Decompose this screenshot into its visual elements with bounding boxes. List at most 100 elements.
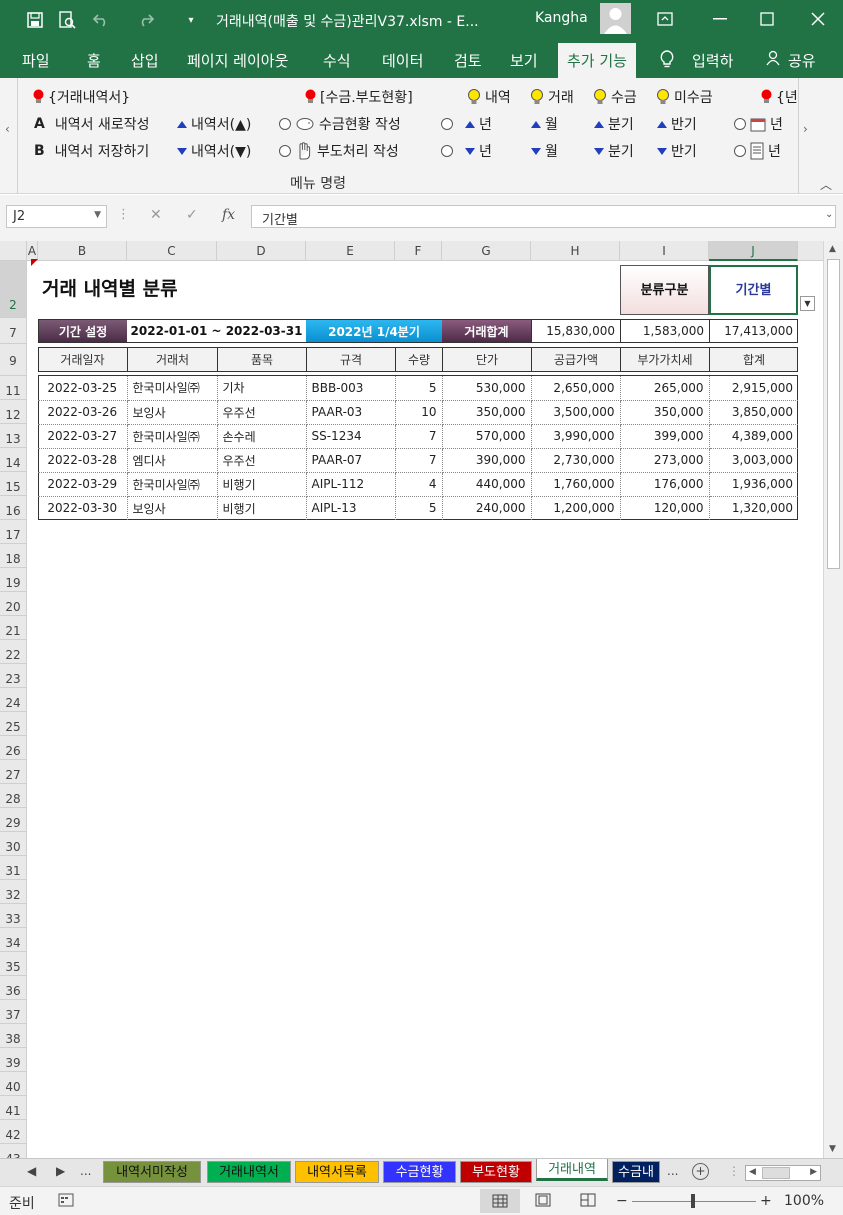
table-cell[interactable]: 보잉사 — [127, 400, 218, 425]
row-header[interactable]: 32 — [0, 880, 27, 904]
row-header[interactable]: 37 — [0, 1000, 27, 1024]
row-header[interactable]: 33 — [0, 904, 27, 928]
redo-icon[interactable] — [135, 9, 157, 31]
add-sheet-icon[interactable]: + — [692, 1163, 709, 1180]
row-header[interactable]: 34 — [0, 928, 27, 952]
sheet-tab[interactable]: 부도현황 — [460, 1161, 532, 1183]
table-cell[interactable]: 2022-03-26 — [38, 400, 128, 425]
receipt-header[interactable]: 수금 — [593, 87, 637, 107]
table-cell[interactable]: BBB-003 — [306, 376, 396, 401]
statement-down-button[interactable]: 내역서(▼) — [177, 141, 251, 161]
table-cell[interactable]: 한국미사일㈜ — [127, 472, 218, 497]
save-icon[interactable] — [24, 9, 46, 31]
table-cell[interactable]: 4 — [395, 472, 443, 497]
trade-header[interactable]: 거래 — [530, 87, 574, 107]
table-cell[interactable]: SS-1234 — [306, 424, 396, 449]
table-cell[interactable]: 1,320,000 — [709, 496, 798, 520]
table-cell[interactable]: 120,000 — [620, 496, 710, 520]
table-cell[interactable]: 한국미사일㈜ — [127, 376, 218, 401]
receipt-status-header[interactable]: [수금.부도현황] — [305, 87, 413, 107]
formula-input[interactable]: 기간별 — [251, 205, 836, 228]
sheet-tab[interactable]: 거래내역 — [536, 1159, 608, 1181]
table-cell[interactable]: 570,000 — [442, 424, 532, 449]
row-header[interactable]: 36 — [0, 976, 27, 1000]
table-cell[interactable]: 2022-03-29 — [38, 472, 128, 497]
receipt-create-button[interactable]: 수금현황 작성 — [279, 114, 401, 134]
table-cell[interactable]: AIPL-13 — [306, 496, 396, 520]
table-cell[interactable]: 2,650,000 — [531, 376, 621, 401]
table-cell[interactable]: 2,915,000 — [709, 376, 798, 401]
half-down-button[interactable]: 반기 — [657, 141, 697, 161]
row-header[interactable]: 17 — [0, 520, 27, 544]
tab-file[interactable]: 파일 — [22, 50, 50, 71]
column-header-c[interactable]: C — [127, 241, 217, 261]
history-header[interactable]: 내역 — [467, 87, 511, 107]
scroll-thumb[interactable] — [827, 259, 840, 569]
zoom-out-button[interactable]: − — [616, 1193, 628, 1209]
table-cell[interactable]: 265,000 — [620, 376, 710, 401]
table-cell[interactable]: PAAR-07 — [306, 448, 396, 473]
table-cell[interactable]: 273,000 — [620, 448, 710, 473]
table-cell[interactable]: 한국미사일㈜ — [127, 424, 218, 449]
column-header-d[interactable]: D — [217, 241, 306, 261]
table-cell[interactable]: 350,000 — [442, 400, 532, 425]
table-cell[interactable]: 4,389,000 — [709, 424, 798, 449]
collapse-ribbon-icon[interactable]: ︿ — [820, 176, 832, 193]
period-button[interactable]: 기간별 — [709, 265, 798, 315]
sheet-tab[interactable]: 내역서목록 — [295, 1161, 379, 1183]
period-value[interactable]: 2022-01-01 ~ 2022-03-31 — [127, 320, 306, 342]
table-cell[interactable]: 1,760,000 — [531, 472, 621, 497]
row-header[interactable]: 2 — [0, 261, 27, 318]
column-header-h[interactable]: H — [531, 241, 620, 261]
month-down-button[interactable]: 월 — [531, 141, 558, 161]
chevron-down-icon[interactable]: ▼ — [94, 210, 101, 220]
h-scroll-thumb[interactable] — [762, 1167, 790, 1179]
vertical-scrollbar[interactable]: ▲ ▼ — [823, 241, 843, 1158]
row-header[interactable]: 7 — [0, 318, 27, 344]
table-cell[interactable]: 3,500,000 — [531, 400, 621, 425]
column-header-j[interactable]: J — [709, 241, 798, 261]
horizontal-scrollbar[interactable]: ◀ ▶ — [745, 1165, 821, 1181]
ribbon-scroll-left-icon[interactable]: ‹ — [5, 122, 10, 136]
table-cell[interactable]: 엠디사 — [127, 448, 218, 473]
row-header[interactable]: 11 — [0, 376, 27, 400]
customize-qat-icon[interactable]: ▾ — [180, 9, 202, 31]
page-break-view-icon[interactable] — [580, 1193, 596, 1211]
table-cell[interactable]: 399,000 — [620, 424, 710, 449]
table-cell[interactable]: 우주선 — [217, 400, 307, 425]
table-cell[interactable]: 240,000 — [442, 496, 532, 520]
new-statement-button[interactable]: A 내역서 새로작성 — [34, 114, 149, 134]
row-header[interactable]: 13 — [0, 424, 27, 448]
scroll-down-icon[interactable]: ▼ — [829, 1144, 836, 1154]
column-header-b[interactable]: B — [38, 241, 127, 261]
more-sheets-left[interactable]: ... — [80, 1164, 91, 1178]
select-all-corner[interactable] — [0, 241, 27, 261]
table-cell[interactable]: 보잉사 — [127, 496, 218, 520]
save-statement-button[interactable]: B 내역서 저장하기 — [34, 141, 149, 161]
sheet-tab[interactable]: 수금현황 — [383, 1161, 456, 1183]
worksheet-grid[interactable]: A B C D E F G H I J 2 7 9 11 12 13 14 15 16 17… — [0, 241, 823, 1158]
tab-formulas[interactable]: 수식 — [323, 50, 351, 71]
column-header-i[interactable]: I — [620, 241, 709, 261]
table-cell[interactable]: 비행기 — [217, 496, 307, 520]
row-header[interactable]: 22 — [0, 640, 27, 664]
row-header[interactable]: 16 — [0, 496, 27, 520]
column-header-a[interactable]: A — [27, 241, 38, 261]
row-header[interactable]: 43 — [0, 1144, 27, 1158]
bounce-create-button[interactable]: 부도처리 작성 — [279, 141, 399, 161]
column-header-g[interactable]: G — [442, 241, 531, 261]
table-cell[interactable]: 3,990,000 — [531, 424, 621, 449]
year-up-button[interactable]: 년 — [441, 114, 492, 134]
tab-add-ins[interactable]: 추가 기능 — [558, 43, 636, 78]
row-header[interactable]: 39 — [0, 1048, 27, 1072]
name-box[interactable]: J2 ▼ — [6, 205, 107, 228]
scroll-left-icon[interactable]: ◀ — [749, 1167, 756, 1177]
next-sheet-icon[interactable]: ▶ — [56, 1164, 65, 1178]
normal-view-icon[interactable] — [480, 1189, 520, 1213]
trade-list-header[interactable]: {거래내역서} — [33, 87, 130, 107]
year-down-button[interactable]: 년 — [441, 141, 492, 161]
quarter-down-button[interactable]: 분기 — [594, 141, 634, 161]
row-header[interactable]: 31 — [0, 856, 27, 880]
avatar[interactable] — [600, 3, 631, 34]
macro-record-icon[interactable] — [58, 1193, 74, 1211]
